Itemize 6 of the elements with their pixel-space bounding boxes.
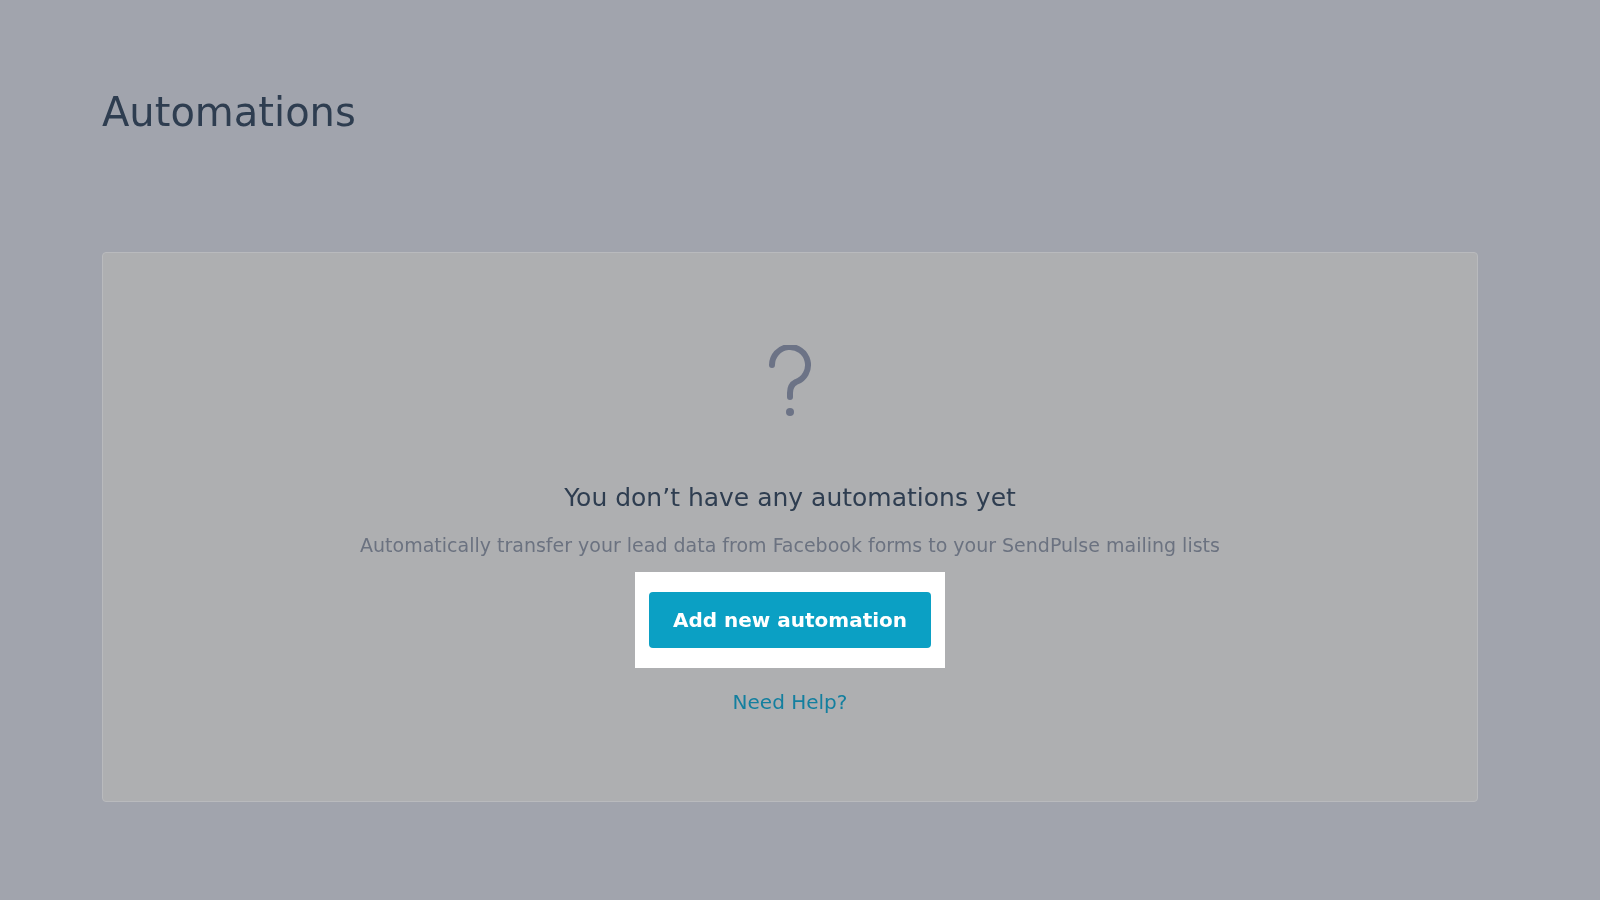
empty-state-description: Automatically transfer your lead data from Facebook forms to your SendPulse mailing lists bbox=[360, 534, 1220, 556]
add-automation-button[interactable]: Add new automation bbox=[649, 592, 931, 648]
empty-state-heading: You don’t have any automations yet bbox=[564, 483, 1016, 512]
page-title: Automations bbox=[102, 88, 357, 137]
help-link[interactable]: Need Help? bbox=[732, 690, 848, 714]
question-mark-icon bbox=[766, 345, 814, 419]
